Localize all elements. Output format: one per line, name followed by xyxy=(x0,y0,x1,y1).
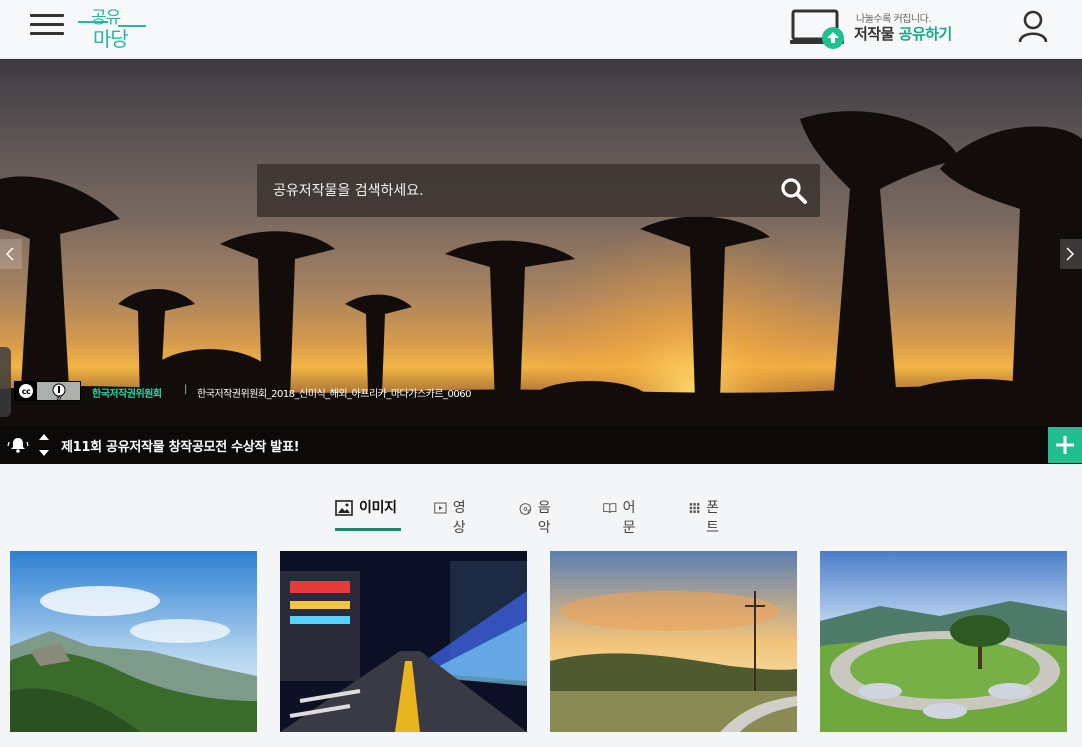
notice-text[interactable]: 제11회 공유저작물 창작공모전 수상작 발표! xyxy=(61,436,300,455)
notice-scroll-arrows xyxy=(37,432,51,458)
site-header: 공유 마당 나눌수록 커집니다. 저작물 공유하기 xyxy=(0,0,1082,59)
chevron-right-icon xyxy=(1066,247,1075,261)
cc-by-label: BY xyxy=(56,396,63,402)
book-icon xyxy=(603,503,617,514)
svg-text:cc: cc xyxy=(22,387,31,396)
hamburger-menu-icon[interactable] xyxy=(30,14,64,38)
share-title-main: 저작물 xyxy=(854,25,894,43)
sunset-road-photo xyxy=(550,551,797,732)
share-title-accent: 공유하기 xyxy=(898,25,953,43)
tab-font[interactable]: 폰트 xyxy=(689,497,724,536)
gallery-item-sunset-road[interactable] xyxy=(550,551,797,732)
hero-banner: cc BY 한국저작권위원회 | 한국저작권위원회_2018_신미식_해외_아프… xyxy=(0,59,1082,464)
notice-bar: 제11회 공유저작물 창작공모전 수상작 발표! xyxy=(0,426,1082,464)
tab-music[interactable]: 음악 xyxy=(519,497,556,536)
search-input[interactable] xyxy=(257,164,757,217)
credit-separator: | xyxy=(184,384,187,395)
mountain-photo xyxy=(10,551,257,732)
plus-icon[interactable] xyxy=(1048,427,1082,463)
night-street-photo xyxy=(280,551,527,732)
slide-next-button[interactable] xyxy=(1060,239,1082,269)
arrow-up-icon xyxy=(39,434,49,440)
search-bar xyxy=(257,164,820,217)
tab-video[interactable]: 영상 xyxy=(434,497,471,536)
credit-owner[interactable]: 한국저작권위원회 xyxy=(92,385,162,400)
image-icon xyxy=(335,500,353,516)
tab-music-label: 음악 xyxy=(537,500,551,536)
user-icon[interactable] xyxy=(1016,9,1050,43)
gallery-item-mountain[interactable] xyxy=(10,551,257,732)
tab-image[interactable]: 이미지 xyxy=(335,497,401,531)
gallery-item-night-street[interactable] xyxy=(280,551,527,732)
tab-text[interactable]: 어문 xyxy=(603,497,641,536)
park-tree-photo xyxy=(820,551,1067,732)
logo-text-bottom: 마당 xyxy=(93,27,129,51)
slide-prev-button[interactable] xyxy=(0,239,22,269)
bell-icon xyxy=(7,438,29,453)
baobab-landscape-image xyxy=(0,59,1082,464)
share-title: 저작물 공유하기 xyxy=(854,23,952,44)
music-icon xyxy=(519,503,532,515)
chevron-left-icon xyxy=(5,247,14,261)
site-logo[interactable]: 공유 마당 xyxy=(78,3,150,53)
laptop-upload-icon xyxy=(790,9,844,49)
tab-text-label: 어문 xyxy=(622,500,636,536)
credit-filename: 한국저작권위원회_2018_신미식_해외_아프리카_마다가스카르_0060 xyxy=(197,389,472,400)
cc-license-badge: cc BY xyxy=(14,381,81,402)
grid-icon xyxy=(689,503,700,513)
share-work-button[interactable]: 나눌수록 커집니다. 저작물 공유하기 xyxy=(790,7,970,49)
side-panel-toggle[interactable] xyxy=(0,347,11,417)
video-icon xyxy=(434,502,447,514)
tab-font-label: 폰트 xyxy=(706,500,719,536)
search-icon[interactable] xyxy=(780,177,808,205)
arrow-down-icon xyxy=(39,450,49,456)
tab-video-label: 영상 xyxy=(452,500,466,536)
gallery-item-park-tree[interactable] xyxy=(820,551,1067,732)
tab-image-label: 이미지 xyxy=(359,500,397,516)
